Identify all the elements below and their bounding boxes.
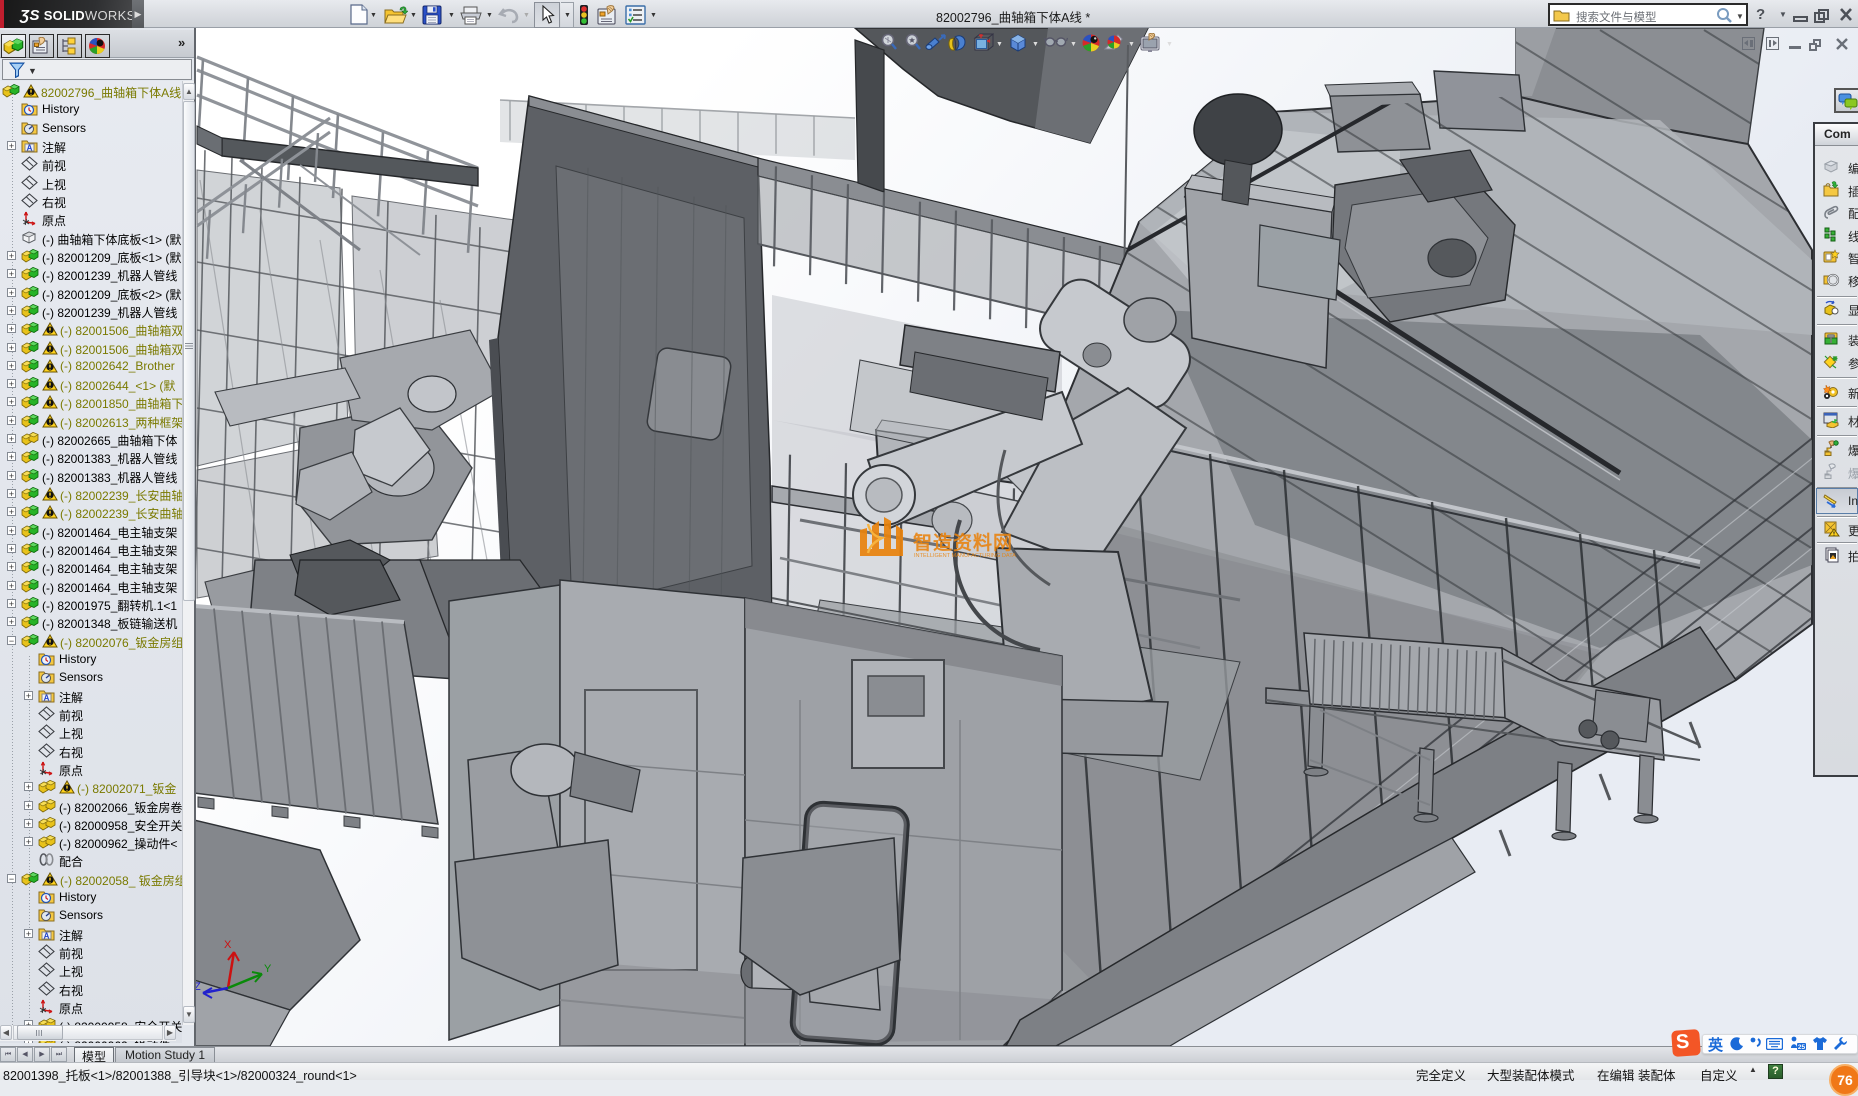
- svg-text:INTELLIGENT MANUFACTURING DATA: INTELLIGENT MANUFACTURING DATA: [914, 553, 1016, 559]
- svg-text:智造资料网: 智造资料网: [913, 531, 1013, 554]
- svg-text:Z: Z: [196, 981, 201, 993]
- svg-text:A: A: [44, 931, 50, 940]
- svg-text:A: A: [44, 693, 50, 702]
- svg-text:25: 25: [1798, 1044, 1806, 1051]
- svg-text:A: A: [27, 144, 33, 153]
- svg-text:Y: Y: [264, 963, 272, 975]
- svg-text:X: X: [224, 939, 232, 951]
